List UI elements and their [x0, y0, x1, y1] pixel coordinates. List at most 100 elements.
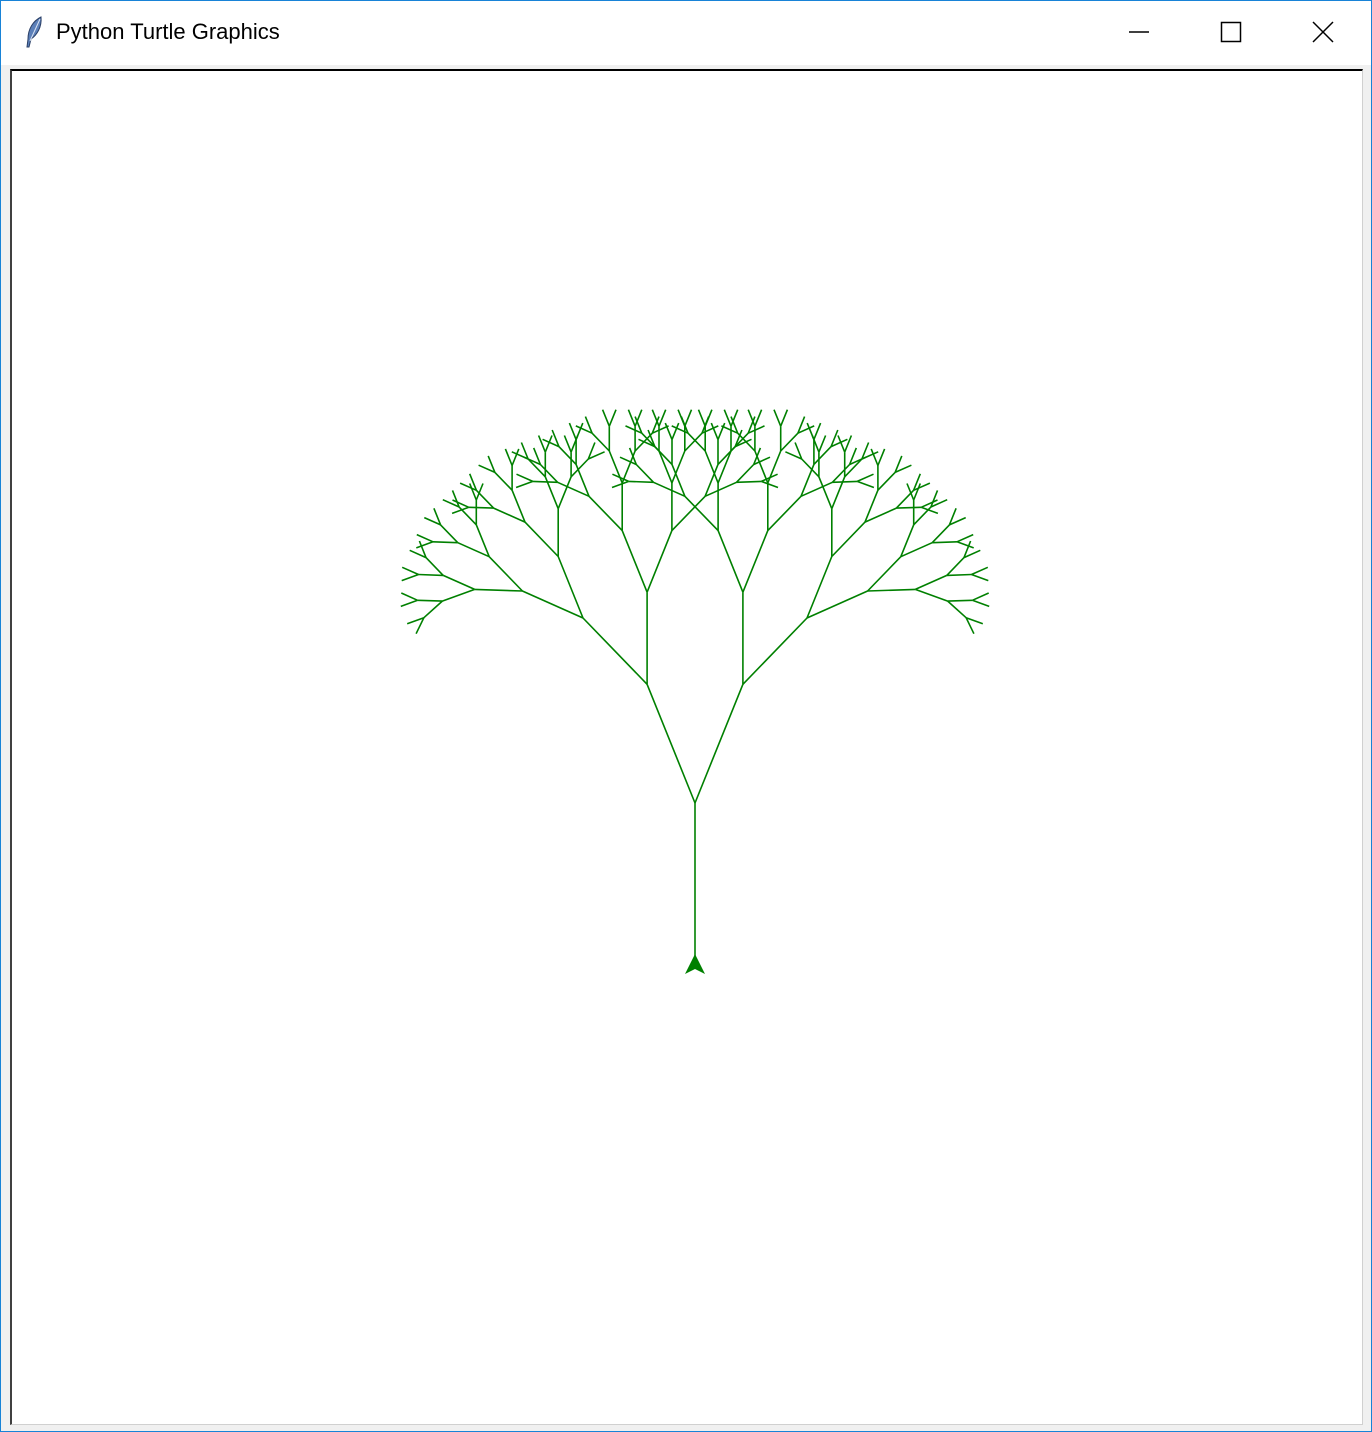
tree-branch — [488, 556, 523, 592]
tree-branch — [452, 499, 470, 509]
tree-branch — [779, 409, 789, 427]
tree-branch — [684, 409, 693, 427]
tree-branch — [867, 588, 916, 592]
tree-branch — [896, 506, 922, 509]
tree-branch — [504, 448, 513, 466]
tree-branch — [956, 541, 974, 549]
tree-branch — [946, 557, 965, 576]
tree-branch — [831, 521, 866, 558]
tree-branch — [416, 533, 434, 543]
tree-branch — [913, 506, 932, 526]
tree-branch — [591, 432, 610, 452]
tree-branch — [608, 409, 617, 427]
tree-branch — [442, 574, 476, 591]
tree-branch — [557, 476, 572, 509]
tree-branch — [558, 446, 577, 465]
tree-branch — [468, 506, 494, 509]
tree-branch — [915, 588, 948, 602]
window-title: Python Turtle Graphics — [56, 19, 280, 44]
tree-branch — [694, 684, 744, 804]
tree-branch — [575, 422, 584, 440]
tree-branch — [767, 495, 802, 532]
tree-branch — [671, 495, 706, 532]
tree-branch — [736, 480, 762, 484]
tree-branch — [687, 432, 706, 452]
tree-branch — [423, 600, 443, 619]
tree-branch — [658, 450, 673, 484]
tree-branch — [474, 588, 523, 592]
tree-branch — [440, 524, 459, 544]
tree-branch — [761, 480, 779, 489]
tree-branch — [400, 599, 418, 608]
tree-branch — [524, 521, 559, 558]
tree-branch — [588, 495, 623, 532]
tree-branch — [621, 530, 648, 593]
tree-branch — [931, 524, 950, 544]
tree-branch — [628, 480, 654, 484]
tree-branch — [813, 446, 832, 465]
tree-branch — [646, 684, 696, 804]
tree-branch — [515, 480, 534, 489]
tree-branch — [416, 541, 434, 549]
tree-branch — [856, 473, 874, 483]
tree-branch — [475, 489, 495, 509]
tree-branch — [418, 573, 444, 577]
tree-branch — [972, 592, 990, 602]
tree-branch — [972, 599, 990, 608]
tree-branch — [717, 530, 744, 593]
tree-branch — [563, 435, 572, 453]
tree-branch — [877, 471, 896, 491]
tree-branch — [646, 530, 673, 593]
maximize-button[interactable] — [1185, 1, 1277, 63]
close-button[interactable] — [1277, 1, 1369, 63]
tree-branch — [601, 409, 611, 427]
tree-branch — [920, 499, 938, 509]
tree-branch — [832, 480, 858, 484]
tree-branch — [425, 557, 444, 576]
tree-branch — [697, 409, 706, 427]
tree-branch — [664, 422, 673, 440]
tree-branch — [947, 599, 973, 602]
tree-branch — [684, 432, 703, 452]
tree-branch — [956, 533, 974, 543]
tree-branch — [432, 541, 458, 544]
tree-branch — [627, 409, 636, 427]
tree-branch — [511, 448, 520, 466]
tree-branch — [494, 471, 513, 491]
tree-branch — [611, 480, 629, 489]
fractal-tree — [400, 409, 990, 968]
minimize-icon — [1129, 31, 1149, 33]
tree-branch — [843, 435, 853, 453]
title-bar[interactable]: Python Turtle Graphics — [1, 1, 1371, 65]
tree-branch — [818, 435, 827, 453]
tree-branch — [582, 617, 648, 685]
tree-branch — [684, 495, 719, 532]
tree-branch — [516, 473, 534, 483]
tree-branch — [780, 432, 799, 452]
turtle-canvas[interactable] — [10, 69, 1363, 1425]
tree-branch — [971, 566, 989, 576]
tree-branch — [400, 592, 418, 602]
tree-branch — [742, 530, 769, 593]
tree-branch — [813, 422, 822, 440]
tree-branch — [867, 556, 902, 592]
tree-branch — [946, 573, 972, 577]
tree-branch — [635, 463, 655, 483]
tree-branch — [568, 422, 577, 440]
tree-branch — [401, 566, 419, 576]
tree-branch — [735, 463, 755, 483]
tree-branch — [877, 448, 886, 466]
tree-branch — [717, 422, 726, 440]
tree-branch — [914, 574, 948, 591]
tree-branch — [818, 476, 833, 509]
tree-drawing — [400, 409, 990, 974]
tree-branch — [856, 480, 875, 489]
turtle-arrow-icon — [685, 954, 705, 974]
tree-branch — [754, 409, 763, 427]
tree-branch — [442, 588, 475, 602]
minimize-button[interactable] — [1093, 1, 1185, 63]
tree-branch — [717, 450, 732, 484]
tree-branch — [947, 600, 967, 619]
tree-branch — [773, 409, 782, 427]
tree-branch — [537, 435, 547, 453]
